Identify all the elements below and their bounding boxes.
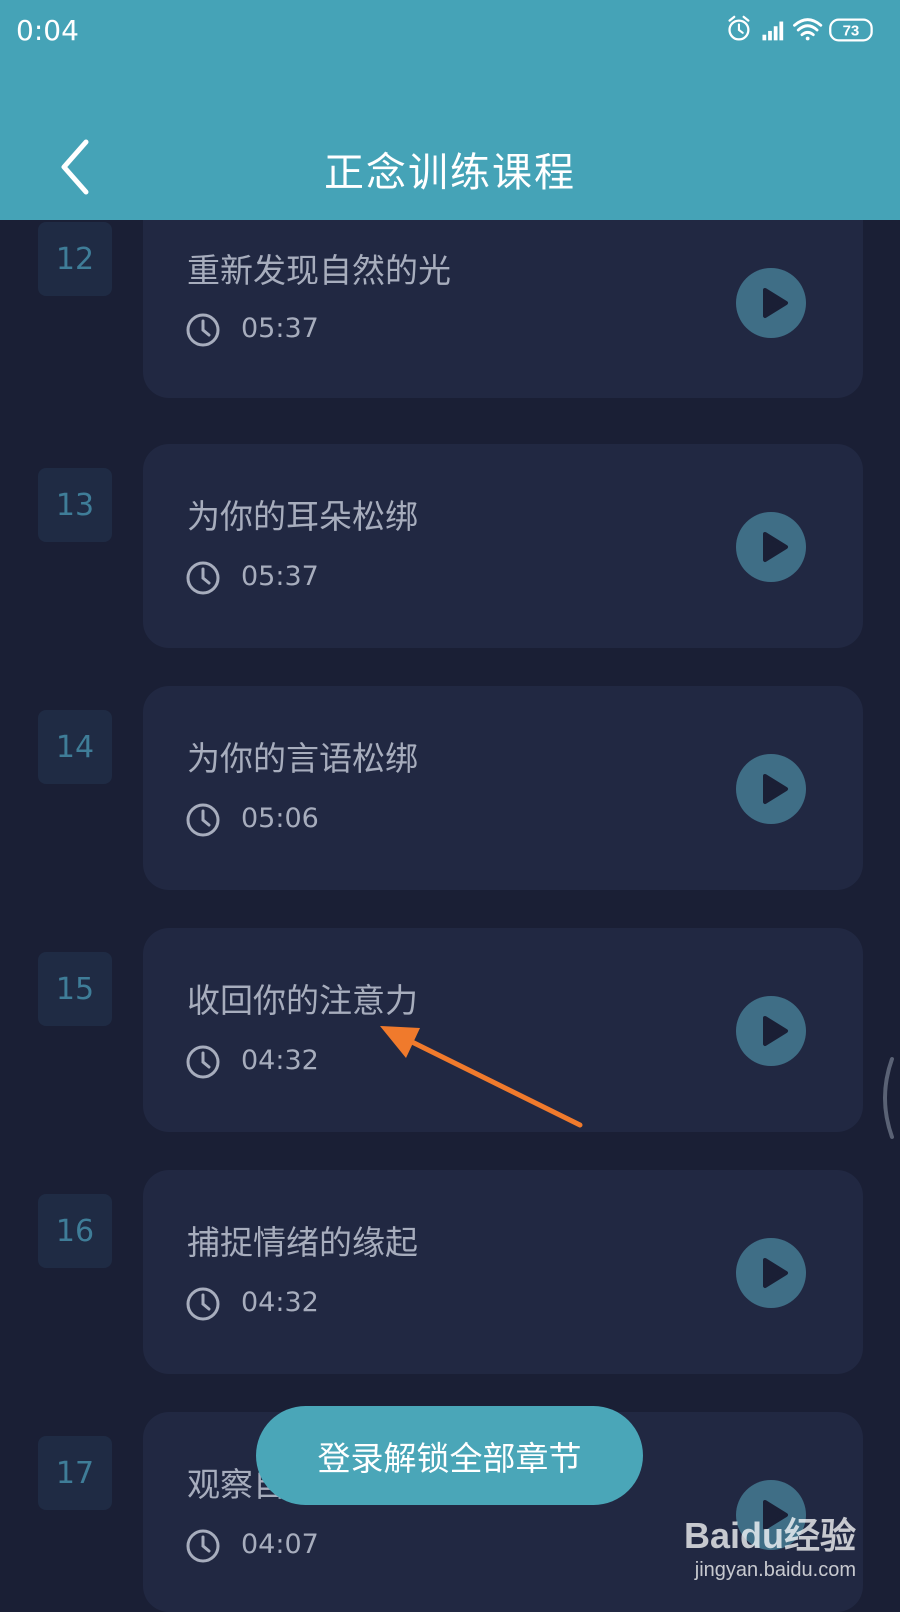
status-time: 0:04 xyxy=(16,14,79,47)
lesson-card[interactable]: 捕捉情绪的缘起 04:32 xyxy=(143,1170,863,1374)
page-title: 正念训练课程 xyxy=(324,150,576,196)
lesson-duration: 04:32 xyxy=(241,1287,319,1318)
lesson-title: 收回你的注意力 xyxy=(187,981,418,1020)
clock-icon xyxy=(186,561,220,595)
clock-icon xyxy=(186,1287,220,1321)
play-icon xyxy=(763,1016,788,1046)
play-icon xyxy=(763,288,788,318)
watermark: Baidu经验 jingyan.baidu.com xyxy=(684,1507,856,1582)
lesson-card[interactable]: 收回你的注意力 04:32 xyxy=(143,928,863,1132)
lesson-title: 重新发现自然的光 xyxy=(187,251,451,290)
battery-level: 73 xyxy=(843,23,860,40)
lesson-number: 17 xyxy=(38,1436,112,1510)
clock-icon xyxy=(186,1529,220,1563)
status-icons: 73 xyxy=(728,15,873,42)
lesson-title: 为你的言语松绑 xyxy=(187,739,418,778)
signal-icon xyxy=(762,21,784,41)
lesson-title: 为你的耳朵松绑 xyxy=(187,497,418,536)
play-icon xyxy=(763,774,788,804)
watermark-logo: Baidu经验 xyxy=(683,1515,856,1556)
lesson-duration: 05:37 xyxy=(241,561,319,592)
clock-icon xyxy=(186,803,220,837)
clock-icon xyxy=(186,1045,220,1079)
play-button[interactable] xyxy=(736,268,806,338)
clock-icon xyxy=(186,313,220,347)
lesson-duration: 04:07 xyxy=(241,1529,319,1560)
play-button[interactable] xyxy=(736,512,806,582)
unlock-all-button[interactable]: 登录解锁全部章节 xyxy=(256,1406,643,1505)
alarm-icon xyxy=(728,15,750,41)
lesson-row[interactable]: 14 为你的言语松绑 05:06 xyxy=(0,686,900,890)
scroll-handle[interactable] xyxy=(872,1055,900,1141)
lesson-card[interactable]: 为你的耳朵松绑 05:37 xyxy=(143,444,863,648)
app-header: 0:04 73 正念训练课程 xyxy=(0,0,900,220)
lesson-card[interactable]: 重新发现自然的光 05:37 xyxy=(143,194,863,398)
lesson-card[interactable]: 为你的言语松绑 05:06 xyxy=(143,686,863,890)
lesson-duration: 04:32 xyxy=(241,1045,319,1076)
lesson-number: 13 xyxy=(38,468,112,542)
lesson-row[interactable]: 15 收回你的注意力 04:32 xyxy=(0,928,900,1132)
lesson-duration: 05:37 xyxy=(241,313,319,344)
play-icon xyxy=(763,1258,788,1288)
lesson-title: 捕捉情绪的缘起 xyxy=(187,1223,418,1262)
lesson-number: 14 xyxy=(38,710,112,784)
lesson-row[interactable]: 16 捕捉情绪的缘起 04:32 xyxy=(0,1170,900,1374)
lesson-number: 12 xyxy=(38,222,112,296)
lesson-number: 15 xyxy=(38,952,112,1026)
watermark-url: jingyan.baidu.com xyxy=(694,1559,856,1581)
status-bar: 0:04 73 xyxy=(0,0,900,72)
lesson-number: 16 xyxy=(38,1194,112,1268)
play-button[interactable] xyxy=(736,996,806,1066)
play-button[interactable] xyxy=(736,754,806,824)
lesson-duration: 05:06 xyxy=(241,803,319,834)
battery-icon: 73 xyxy=(829,18,873,42)
wifi-icon xyxy=(793,18,823,41)
lesson-row[interactable]: 13 为你的耳朵松绑 05:37 xyxy=(0,444,900,648)
play-button[interactable] xyxy=(736,1238,806,1308)
lesson-row[interactable]: 12 重新发现自然的光 05:37 xyxy=(0,194,900,398)
play-icon xyxy=(763,532,788,562)
lesson-list: 12 重新发现自然的光 05:37 13 为你的耳朵松绑 05:37 14 为你… xyxy=(0,0,900,1612)
